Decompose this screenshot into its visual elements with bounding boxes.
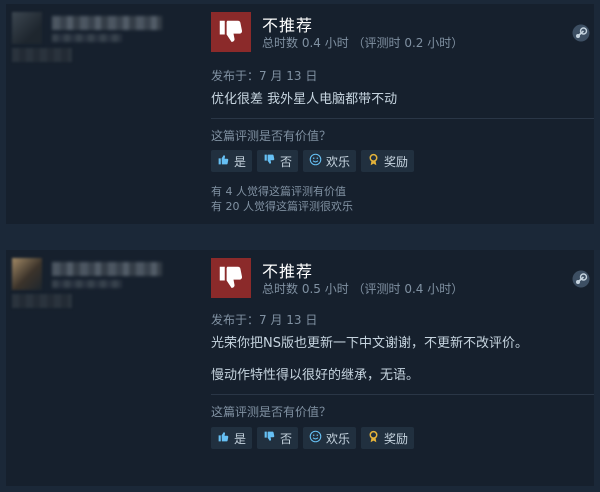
vote-buttons: 是 否 欢乐 奖励	[211, 150, 415, 172]
vote-funny-button[interactable]: 欢乐	[303, 427, 357, 449]
posted-date: 发布于：7 月 13 日	[211, 69, 318, 83]
review-card: 不推荐 总时数 0.4 小时 （评测时 0.2 小时） 发布于：7 月 13 日…	[6, 4, 594, 224]
review-text: 优化很差 我外星人电脑都带不动	[211, 92, 398, 107]
avatar[interactable]	[12, 12, 42, 44]
smiley-icon	[309, 430, 322, 446]
avatar[interactable]	[12, 258, 42, 290]
review-text: 光荣你把NS版也更新一下中文谢谢，不更新不改评价。	[211, 336, 528, 351]
helpful-count: 有 4 人觉得这篇评测有价值	[211, 185, 346, 198]
vote-yes-button[interactable]: 是	[211, 150, 253, 172]
vote-yes-label: 是	[234, 431, 247, 446]
vote-funny-label: 欢乐	[326, 154, 351, 169]
vote-yes-button[interactable]: 是	[211, 427, 253, 449]
award-icon	[367, 153, 380, 169]
vote-funny-label: 欢乐	[326, 431, 351, 446]
reviewer-name-blurred[interactable]	[52, 262, 162, 276]
review-text: 慢动作特性得以很好的继承，无语。	[211, 368, 420, 383]
thumbs-down-icon	[263, 430, 276, 446]
posted-date: 发布于：7 月 13 日	[211, 313, 318, 327]
award-icon	[367, 430, 380, 446]
reviewer-name-blurred[interactable]	[52, 16, 162, 30]
helpful-counts: 有 4 人觉得这篇评测有价值 有 20 人觉得这篇评测很欢乐	[211, 184, 353, 214]
thumbs-down-icon	[211, 12, 251, 52]
vote-no-label: 否	[280, 431, 293, 446]
playtime-hours: 总时数 0.4 小时 （评测时 0.2 小时）	[262, 36, 464, 50]
smiley-icon	[309, 153, 322, 169]
award-label: 奖励	[384, 154, 409, 169]
vote-no-button[interactable]: 否	[257, 427, 299, 449]
award-button[interactable]: 奖励	[361, 427, 415, 449]
vote-buttons: 是 否 欢乐 奖励	[211, 427, 415, 449]
review-card: 不推荐 总时数 0.5 小时 （评测时 0.4 小时） 发布于：7 月 13 日…	[6, 250, 594, 486]
steam-icon	[572, 24, 590, 42]
vote-funny-button[interactable]: 欢乐	[303, 150, 357, 172]
reviewer-meta-blurred	[52, 34, 122, 42]
steam-icon	[572, 270, 590, 288]
thumbs-down-icon	[211, 258, 251, 298]
divider	[211, 394, 594, 395]
award-label: 奖励	[384, 431, 409, 446]
award-button[interactable]: 奖励	[361, 150, 415, 172]
helpful-question: 这篇评测是否有价值？	[211, 405, 332, 419]
recommendation-title[interactable]: 不推荐	[262, 12, 313, 36]
reviewer-stats-blurred	[12, 48, 72, 62]
thumbs-up-icon	[217, 153, 230, 169]
funny-count: 有 20 人觉得这篇评测很欢乐	[211, 200, 353, 213]
vote-yes-label: 是	[234, 154, 247, 169]
helpful-question: 这篇评测是否有价值？	[211, 129, 332, 143]
thumbs-down-icon	[263, 153, 276, 169]
recommendation-title[interactable]: 不推荐	[262, 258, 313, 282]
vote-no-button[interactable]: 否	[257, 150, 299, 172]
reviewer-meta-blurred	[52, 280, 122, 288]
vote-no-label: 否	[280, 154, 293, 169]
divider	[211, 118, 594, 119]
thumbs-up-icon	[217, 430, 230, 446]
reviewer-stats-blurred	[12, 294, 72, 308]
playtime-hours: 总时数 0.5 小时 （评测时 0.4 小时）	[262, 282, 464, 296]
